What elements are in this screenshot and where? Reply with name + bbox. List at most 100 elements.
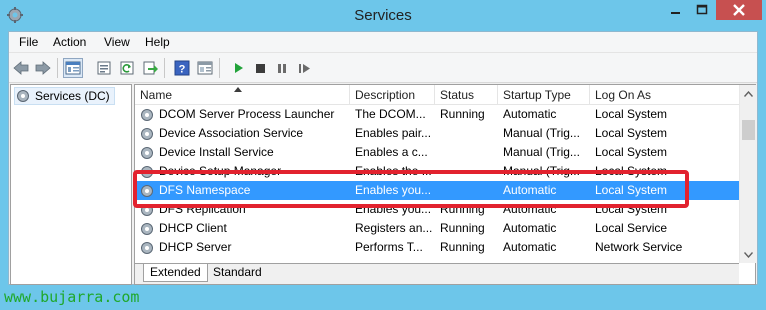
services-gear-icon (17, 90, 29, 102)
extended-view-icon (197, 61, 213, 75)
scroll-down-button[interactable] (740, 246, 757, 263)
cell-name: DCOM Server Process Launcher (159, 107, 335, 121)
cell-description: Registers an... (355, 221, 433, 235)
column-header-startup-type[interactable]: Startup Type (498, 85, 590, 105)
maximize-icon (696, 4, 708, 15)
start-service-button[interactable] (228, 58, 248, 78)
table-row[interactable]: Device Install Service Enables a c... Manu… (135, 143, 739, 162)
tab-extended[interactable]: Extended (143, 264, 208, 282)
pause-service-button[interactable] (272, 58, 292, 78)
back-arrow-icon (13, 61, 29, 75)
cell-startup-type: Manual (Trig... (503, 126, 580, 140)
tab-standard[interactable]: Standard (207, 264, 268, 282)
cell-description: The DCOM... (355, 107, 426, 121)
column-header-name[interactable]: Name (135, 85, 350, 105)
view-tabs: Extended Standard (135, 263, 739, 284)
cell-status: Running (440, 221, 485, 235)
svg-text:?: ? (179, 64, 186, 76)
stop-service-button[interactable] (250, 58, 270, 78)
annotation-highlight-box (133, 170, 689, 208)
toolbar-separator (57, 58, 58, 78)
sort-ascending-icon (234, 87, 242, 92)
cell-status (440, 124, 498, 143)
service-gear-icon (141, 109, 153, 121)
cell-log-on-as: Local System (595, 126, 668, 140)
vertical-scrollbar[interactable] (739, 85, 756, 263)
chevron-down-icon (744, 251, 753, 258)
cell-description: Enables pair... (355, 126, 432, 140)
console-tree-icon (65, 61, 81, 75)
column-header-log-on-as[interactable]: Log On As (590, 85, 739, 105)
minimize-button[interactable] (662, 0, 688, 20)
window-title: Services (354, 7, 412, 24)
cell-startup-type: Automatic (503, 240, 557, 254)
minimize-icon (671, 12, 680, 14)
service-gear-icon (141, 242, 153, 254)
scroll-up-button[interactable] (740, 85, 757, 102)
start-service-icon (235, 63, 243, 73)
restart-service-icon (299, 64, 310, 73)
cell-status (440, 143, 498, 162)
help-icon: ? (174, 60, 190, 76)
menu-action[interactable]: Action (53, 35, 86, 49)
tree-item-label: Services (DC) (35, 89, 110, 103)
stop-service-icon (256, 64, 265, 73)
cell-description: Performs T... (355, 240, 423, 254)
cell-startup-type: Automatic (503, 221, 557, 235)
show-console-tree-button[interactable] (63, 58, 83, 78)
refresh-button[interactable] (117, 58, 137, 78)
scroll-thumb[interactable] (742, 120, 755, 140)
pause-service-icon (278, 64, 286, 73)
column-header-status[interactable]: Status (435, 85, 498, 105)
toolbar-separator (164, 58, 165, 78)
properties-icon (97, 61, 111, 75)
title-bar[interactable]: Services (0, 0, 766, 31)
toolbar: ? (9, 53, 757, 83)
close-icon (733, 4, 745, 16)
export-list-icon (143, 61, 158, 75)
menu-view[interactable]: View (104, 35, 130, 49)
cell-name: DHCP Client (159, 221, 227, 235)
cell-log-on-as: Local System (595, 145, 668, 159)
extended-view-button[interactable] (195, 58, 215, 78)
console-tree-pane: Services (DC) (10, 84, 132, 285)
refresh-icon (120, 61, 134, 75)
restart-service-button[interactable] (294, 58, 314, 78)
cell-log-on-as: Network Service (595, 240, 683, 254)
forward-button[interactable] (33, 58, 53, 78)
table-row[interactable]: DHCP Server Performs T... Running Automatic… (135, 238, 739, 257)
cell-name: Device Association Service (159, 126, 304, 140)
menu-file[interactable]: File (19, 35, 38, 49)
table-row[interactable]: DHCP Client Registers an... Running Automat… (135, 219, 739, 238)
tree-item-services-dc[interactable]: Services (DC) (14, 87, 115, 105)
export-list-button[interactable] (140, 58, 160, 78)
service-gear-icon (141, 128, 153, 140)
cell-name: DHCP Server (159, 240, 232, 254)
cell-startup-type: Manual (Trig... (503, 145, 580, 159)
cell-log-on-as: Local System (595, 107, 668, 121)
table-row[interactable]: DCOM Server Process Launcher The DCOM... R… (135, 105, 739, 124)
maximize-button[interactable] (689, 0, 715, 20)
cell-description: Enables a c... (355, 145, 428, 159)
column-header-description[interactable]: Description (350, 85, 435, 105)
cell-status: Running (440, 240, 485, 254)
back-button[interactable] (11, 58, 31, 78)
table-row[interactable]: Device Association Service Enables pair..… (135, 124, 739, 143)
cell-log-on-as: Local Service (595, 221, 668, 235)
watermark: www.bujarra.com (4, 288, 140, 306)
help-button[interactable]: ? (172, 58, 192, 78)
toolbar-separator (219, 58, 220, 78)
properties-button[interactable] (94, 58, 114, 78)
menu-bar: File Action View Help (9, 32, 757, 53)
cell-status: Running (440, 107, 485, 121)
list-header: Name Description Status Startup Type Log… (135, 85, 739, 105)
client-area: File Action View Help ? Services (DC) Na… (8, 31, 758, 285)
service-gear-icon (141, 223, 153, 235)
services-window: Services File Action View Help ? Service… (0, 0, 766, 310)
chevron-up-icon (744, 90, 753, 97)
close-button[interactable] (716, 0, 762, 20)
menu-help[interactable]: Help (145, 35, 170, 49)
service-gear-icon (141, 147, 153, 159)
cell-name: Device Install Service (159, 145, 274, 159)
forward-arrow-icon (35, 61, 51, 75)
